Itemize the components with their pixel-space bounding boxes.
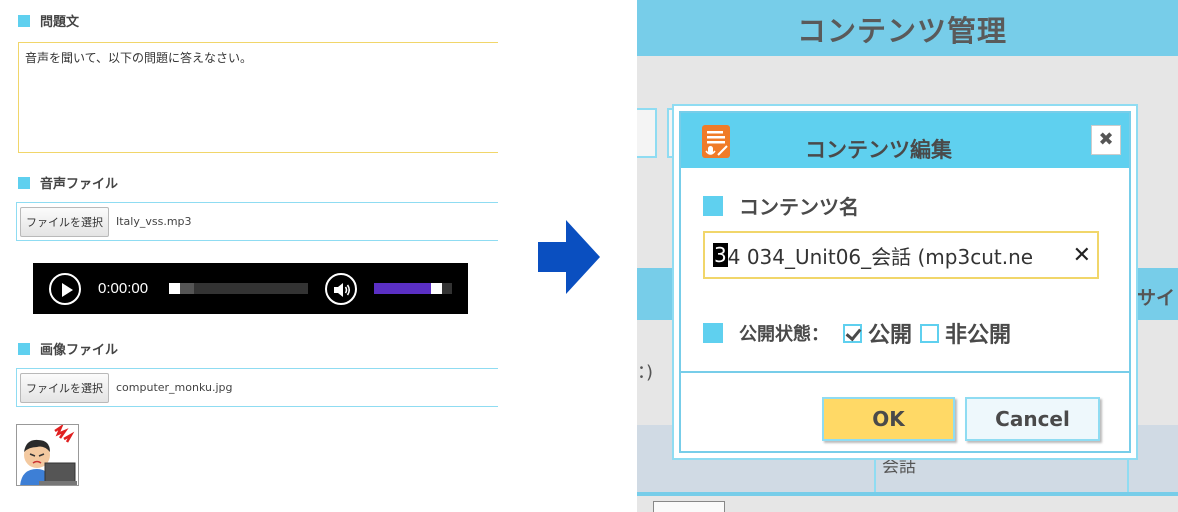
play-icon[interactable] bbox=[49, 273, 81, 305]
current-time: 0:00:00 bbox=[98, 280, 149, 297]
text-cursor-selection: 3 bbox=[713, 243, 728, 267]
image-file-input: ファイルを選択 computer_monku.jpg bbox=[16, 368, 498, 407]
table-border bbox=[637, 492, 1178, 496]
cancel-button[interactable]: Cancel bbox=[965, 397, 1100, 441]
page-title: コンテンツ管理 bbox=[797, 14, 1008, 48]
content-form-panel: 問題文 音声を聞いて、以下の問題に答えなさい。 音声ファイル ファイルを選択 I… bbox=[0, 0, 500, 512]
public-checkbox[interactable] bbox=[843, 323, 862, 343]
background-text: ：) bbox=[637, 362, 654, 383]
content-edit-dialog-frame: コンテンツ編集 ✖ コンテンツ名 34 034_Unit06_会話 (mp3cu… bbox=[672, 104, 1138, 460]
dialog-separator bbox=[681, 371, 1129, 373]
section-marker-icon bbox=[18, 14, 30, 27]
question-heading: 問題文 bbox=[18, 11, 79, 30]
background-button bbox=[637, 108, 657, 158]
public-option-label[interactable]: 公開 bbox=[868, 317, 912, 349]
content-name-value: 4 034_Unit06_会話 (mp3cut.ne bbox=[727, 244, 1034, 269]
section-marker-icon bbox=[703, 323, 723, 343]
choose-audio-file-button[interactable]: ファイルを選択 bbox=[20, 206, 109, 237]
content-management-screen: コンテンツ管理 サイ ：) 会話 コンテンツ編集 ✖ コンテンツ名 3 4 03… bbox=[637, 0, 1178, 512]
section-marker-icon bbox=[18, 176, 30, 189]
seek-bar[interactable] bbox=[169, 283, 308, 294]
dialog-title: コンテンツ編集 bbox=[805, 138, 952, 162]
content-edit-dialog: コンテンツ編集 ✖ コンテンツ名 34 034_Unit06_会話 (mp3cu… bbox=[679, 111, 1131, 453]
choose-image-file-button[interactable]: ファイルを選択 bbox=[20, 372, 109, 403]
volume-fill bbox=[374, 283, 431, 294]
private-option-label[interactable]: 非公開 bbox=[945, 317, 1011, 349]
seek-thumb[interactable] bbox=[169, 283, 180, 294]
image-preview-thumbnail bbox=[16, 424, 79, 486]
volume-slider[interactable] bbox=[374, 283, 452, 294]
volume-thumb[interactable] bbox=[431, 283, 442, 294]
background-control bbox=[653, 501, 725, 512]
image-filename: computer_monku.jpg bbox=[116, 381, 233, 394]
audio-filename: Italy_vss.mp3 bbox=[116, 215, 192, 228]
audio-document-icon bbox=[702, 125, 730, 158]
ok-button[interactable]: OK bbox=[822, 397, 955, 441]
audio-file-input: ファイルを選択 Italy_vss.mp3 bbox=[16, 202, 498, 241]
question-textarea[interactable]: 音声を聞いて、以下の問題に答えなさい。 bbox=[18, 42, 498, 153]
audio-file-heading: 音声ファイル bbox=[18, 173, 118, 192]
volume-icon[interactable] bbox=[325, 273, 357, 305]
clear-input-icon[interactable]: ✕ bbox=[1073, 243, 1091, 268]
audio-player: 0:00:00 bbox=[33, 263, 468, 314]
background-header-text: サイ bbox=[1137, 287, 1176, 309]
arrow-right-icon bbox=[538, 220, 600, 294]
section-marker-icon bbox=[703, 195, 723, 216]
publish-status-label: 公開状態： bbox=[739, 324, 829, 345]
section-marker-icon bbox=[18, 342, 30, 355]
private-checkbox[interactable] bbox=[920, 323, 940, 343]
content-name-input[interactable]: 34 034_Unit06_会話 (mp3cut.ne ✕ bbox=[703, 231, 1099, 279]
dialog-header: コンテンツ編集 ✖ bbox=[681, 113, 1129, 168]
publish-status-row: 公開状態： 公開 非公開 bbox=[703, 317, 1019, 349]
image-file-heading: 画像ファイル bbox=[18, 339, 118, 358]
close-icon[interactable]: ✖ bbox=[1091, 125, 1121, 155]
content-name-label: コンテンツ名 bbox=[703, 191, 859, 220]
